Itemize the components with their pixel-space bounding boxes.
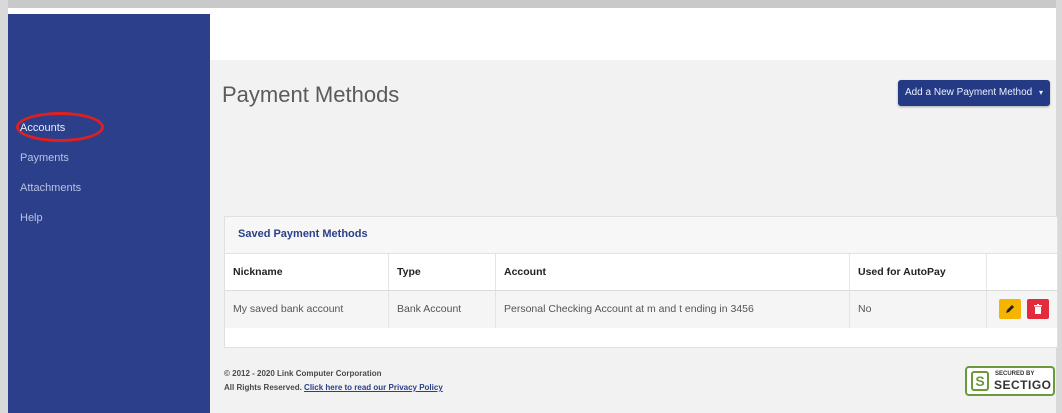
window-frame-left <box>0 0 8 413</box>
column-header-nickname: Nickname <box>225 254 389 291</box>
footer-copyright: © 2012 - 2020 Link Computer Corporation <box>224 369 382 378</box>
column-header-actions <box>986 254 1057 291</box>
trash-icon <box>1034 304 1042 315</box>
sidebar-item-accounts[interactable]: Accounts <box>20 122 65 134</box>
cell-type: Bank Account <box>388 290 496 328</box>
sectigo-seal: S SECURED BY SECTIGO <box>965 366 1055 396</box>
cell-account: Personal Checking Account at m and t end… <box>495 290 850 328</box>
panel-heading: Saved Payment Methods <box>225 217 1057 254</box>
edit-button[interactable] <box>999 299 1022 320</box>
cell-actions <box>987 290 1058 328</box>
sidebar-item-help[interactable]: Help <box>20 212 43 224</box>
add-payment-method-label: Add a New Payment Method <box>904 87 1033 98</box>
cell-nickname: My saved bank account <box>225 290 389 328</box>
sidebar-item-payments[interactable]: Payments <box>20 152 69 164</box>
seal-brand: SECTIGO <box>994 378 1052 392</box>
cell-autopay: No <box>849 290 987 328</box>
column-header-autopay: Used for AutoPay <box>849 254 987 291</box>
top-bar <box>210 14 1056 60</box>
window-frame-top <box>0 0 1062 8</box>
page-title: Payment Methods <box>222 82 400 107</box>
footer-rights-line: All Rights Reserved. Click here to read … <box>224 383 443 392</box>
payment-methods-table: Nickname Type Account Used for AutoPay M… <box>225 254 1057 328</box>
seal-secured-by: SECURED BY <box>995 371 1035 377</box>
delete-button[interactable] <box>1027 299 1049 320</box>
column-header-type: Type <box>388 254 496 291</box>
privacy-policy-link[interactable]: Click here to read our Privacy Policy <box>304 383 443 392</box>
table-header-row: Nickname Type Account Used for AutoPay <box>225 254 1057 291</box>
sectigo-logo-icon: S <box>971 371 989 391</box>
sidebar-item-attachments[interactable]: Attachments <box>20 182 81 194</box>
sidebar: Accounts Payments Attachments Help <box>8 14 210 413</box>
panel-title: Saved Payment Methods <box>238 228 368 240</box>
footer-rights: All Rights Reserved. <box>224 383 302 392</box>
saved-payment-methods-panel: Saved Payment Methods Nickname Type Acco… <box>224 216 1058 348</box>
window-frame-right <box>1056 0 1062 413</box>
table-row: My saved bank account Bank Account Perso… <box>225 290 1057 328</box>
main-content: Payment Methods Add a New Payment Method… <box>210 14 1058 413</box>
add-payment-method-button[interactable]: Add a New Payment Method ▾ <box>898 80 1050 106</box>
pencil-icon <box>1006 305 1015 314</box>
caret-down-icon: ▾ <box>1039 88 1044 97</box>
column-header-account: Account <box>495 254 850 291</box>
